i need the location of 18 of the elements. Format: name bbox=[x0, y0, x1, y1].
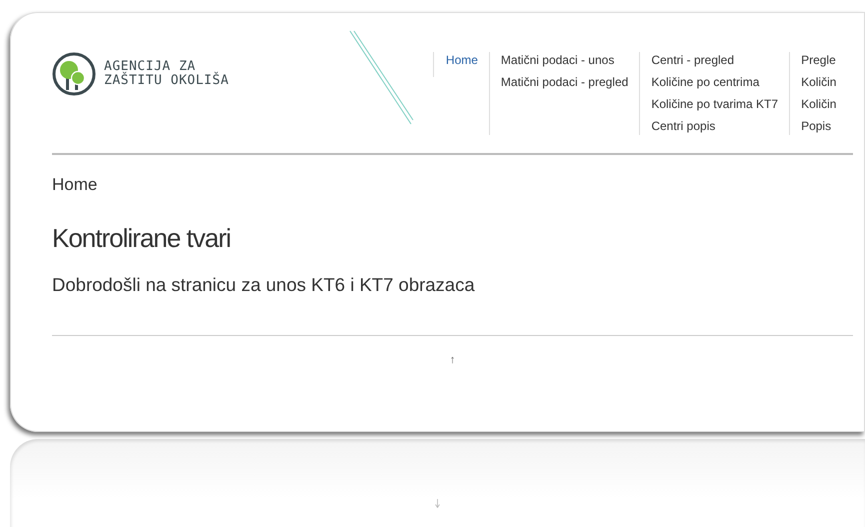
menu-link[interactable]: Količine po centrima bbox=[651, 74, 778, 91]
menu-link[interactable]: Količine po tvarima KT7 bbox=[651, 96, 778, 113]
menu-link[interactable]: Matični podaci - pregled bbox=[500, 74, 628, 91]
page-heading: Kontrolirane tvari bbox=[52, 223, 232, 254]
breadcrumb: Home bbox=[52, 175, 98, 195]
menu-link[interactable]: Matični podaci - unos bbox=[500, 52, 628, 69]
welcome-text: Dobrodošli na stranicu za unos KT6 i KT7 obrazaca bbox=[52, 274, 476, 296]
tree-logo-icon bbox=[52, 52, 96, 96]
down-arrow-icon bbox=[435, 499, 440, 508]
back-to-top-link[interactable]: ↑ bbox=[450, 354, 456, 366]
menu-link[interactable]: Centri popis bbox=[651, 118, 778, 135]
menu-link[interactable]: Centri - pregled bbox=[651, 52, 778, 69]
menu-link[interactable]: Količin bbox=[801, 96, 836, 113]
menu-link[interactable]: Popis bbox=[801, 118, 836, 135]
menu-link[interactable]: Količin bbox=[801, 74, 836, 91]
logo-text: ZAŠTITU OKOLIŠA bbox=[104, 74, 229, 88]
menu-link[interactable]: Pregle bbox=[801, 52, 836, 69]
menu-link[interactable]: Home bbox=[446, 52, 478, 69]
